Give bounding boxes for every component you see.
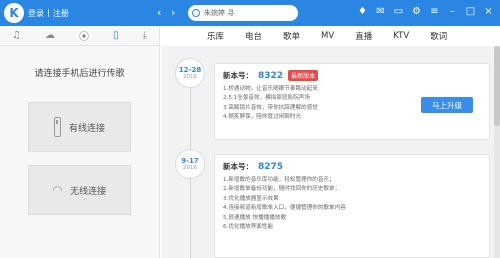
release-note: 4.随笑屏保，陪你度过闲聊时光 — [223, 114, 302, 121]
search-icon[interactable] — [192, 9, 200, 17]
left-panel: ♫ ☁ ⦿ ▯ ⤓ 请连接手机后进行传歌 有线连接 ◜◝ 无线连接 — [0, 26, 160, 258]
tab-playlist[interactable]: 歌单 — [283, 30, 300, 42]
window-toolbar: ♦ ✉ ▭ ⚙ ≡ – □ × — [357, 6, 494, 17]
tab-live[interactable]: 直播 — [355, 30, 372, 42]
minimize-icon[interactable]: – — [447, 6, 458, 17]
search-input[interactable] — [204, 9, 294, 17]
tab-library[interactable]: 乐库 — [207, 30, 224, 42]
tab-mv[interactable]: MV — [321, 31, 334, 41]
kugou-logo[interactable]: K — [4, 3, 24, 23]
release-note: 2.新增歌单备份功能，随时找回你的历史歌单； — [223, 186, 341, 193]
tab-ktv[interactable]: KTV — [393, 31, 409, 41]
release-notes: 1.新增歌的音乐库功能，轻松管理你的音乐； 2.新增歌单备份功能，随时找回你的历… — [223, 176, 481, 232]
main-content: 乐库 电台 歌单 MV 直播 KTV 歌词 12-28 2016 新本号： 83… — [161, 26, 500, 258]
shirt-icon[interactable]: ♦ — [357, 6, 368, 17]
wired-connect-label: 有线连接 — [68, 123, 105, 134]
usb-icon — [53, 117, 61, 137]
back-arrow-icon[interactable]: ‹ — [157, 6, 161, 19]
version-number: 8322 — [258, 70, 284, 81]
upgrade-now-button[interactable]: 马上升级 — [421, 97, 473, 113]
release-note: 1.桥遇动物，让音乐随眼节奏跳动起来 — [223, 86, 318, 92]
mail-icon[interactable]: ✉ — [375, 6, 386, 17]
wifi-icon: ◜◝ — [52, 183, 63, 197]
radio-icon[interactable]: ⦿ — [79, 28, 89, 43]
phone-icon[interactable]: ▯ — [113, 30, 119, 41]
download-icon[interactable]: ⤓ — [143, 30, 147, 41]
release-note: 5.很速播放 快播播播放歌 — [223, 214, 287, 221]
release-note: 4.连接频道新增歌单入口，便捷管理你的歌单内容 — [223, 205, 346, 212]
scrollbar-thumb[interactable] — [494, 46, 500, 126]
tab-radio[interactable]: 电台 — [245, 30, 262, 42]
top-bar: K 登录 | 注册 ‹ › ♦ ✉ ▭ ⚙ ≡ – □ × — [0, 0, 500, 26]
wireless-connect-button[interactable]: ◜◝ 无线连接 — [28, 165, 131, 215]
release-note: 6.优化播放界面性能 — [223, 224, 274, 231]
wireless-connect-label: 无线连接 — [70, 186, 107, 197]
connect-hint: 请连接手机后进行传歌 — [34, 69, 125, 79]
release-card: 新本号： 8275 1.新增歌的音乐库功能，轻松管理你的音乐； 2.新增歌单备份… — [214, 154, 490, 258]
release-note: 3.优化播放器显示效果 — [223, 195, 279, 202]
version-label: 新本号： — [223, 71, 253, 80]
tab-lyrics[interactable]: 歌词 — [430, 30, 447, 42]
gear-icon[interactable]: ⚙ — [411, 6, 422, 17]
latest-version-badge: 最新版本 — [288, 70, 319, 81]
release-date: 12-28 — [178, 66, 202, 74]
release-date: 9-17 — [181, 157, 199, 165]
search-box[interactable] — [188, 5, 298, 21]
close-icon[interactable]: × — [483, 6, 494, 17]
release-year: 2016 — [183, 74, 197, 80]
login-link[interactable]: 登录 — [28, 8, 44, 19]
release-date-bubble: 12-28 2016 — [175, 58, 205, 88]
wired-connect-button[interactable]: 有线连接 — [28, 102, 131, 152]
main-tabs: 乐库 电台 歌单 MV 直播 KTV 歌词 — [161, 26, 500, 46]
release-card: 新本号： 8322 最新版本 1.桥遇动物，让音乐随眼节奏跳动起来 2.5.1全… — [214, 63, 490, 140]
forward-arrow-icon[interactable]: › — [171, 6, 175, 19]
release-year: 2016 — [183, 165, 197, 171]
register-link[interactable]: 注册 — [53, 8, 69, 19]
music-note-icon[interactable]: ♫ — [12, 30, 21, 41]
version-label: 新本号： — [223, 162, 253, 171]
cloud-icon[interactable]: ☁ — [45, 30, 55, 41]
message-icon[interactable]: ▭ — [393, 6, 404, 17]
login-separator: | — [47, 8, 50, 17]
menu-icon[interactable]: ≡ — [429, 6, 440, 17]
login-area: 登录 | 注册 — [28, 8, 69, 19]
release-note: 1.新增歌的音乐库功能，轻松管理你的音乐； — [223, 177, 335, 183]
release-date-bubble: 9-17 2016 — [175, 149, 205, 179]
version-number: 8275 — [258, 161, 284, 172]
maximize-icon[interactable]: □ — [465, 6, 476, 17]
left-panel-tabs: ♫ ☁ ⦿ ▯ ⤓ — [0, 26, 159, 46]
